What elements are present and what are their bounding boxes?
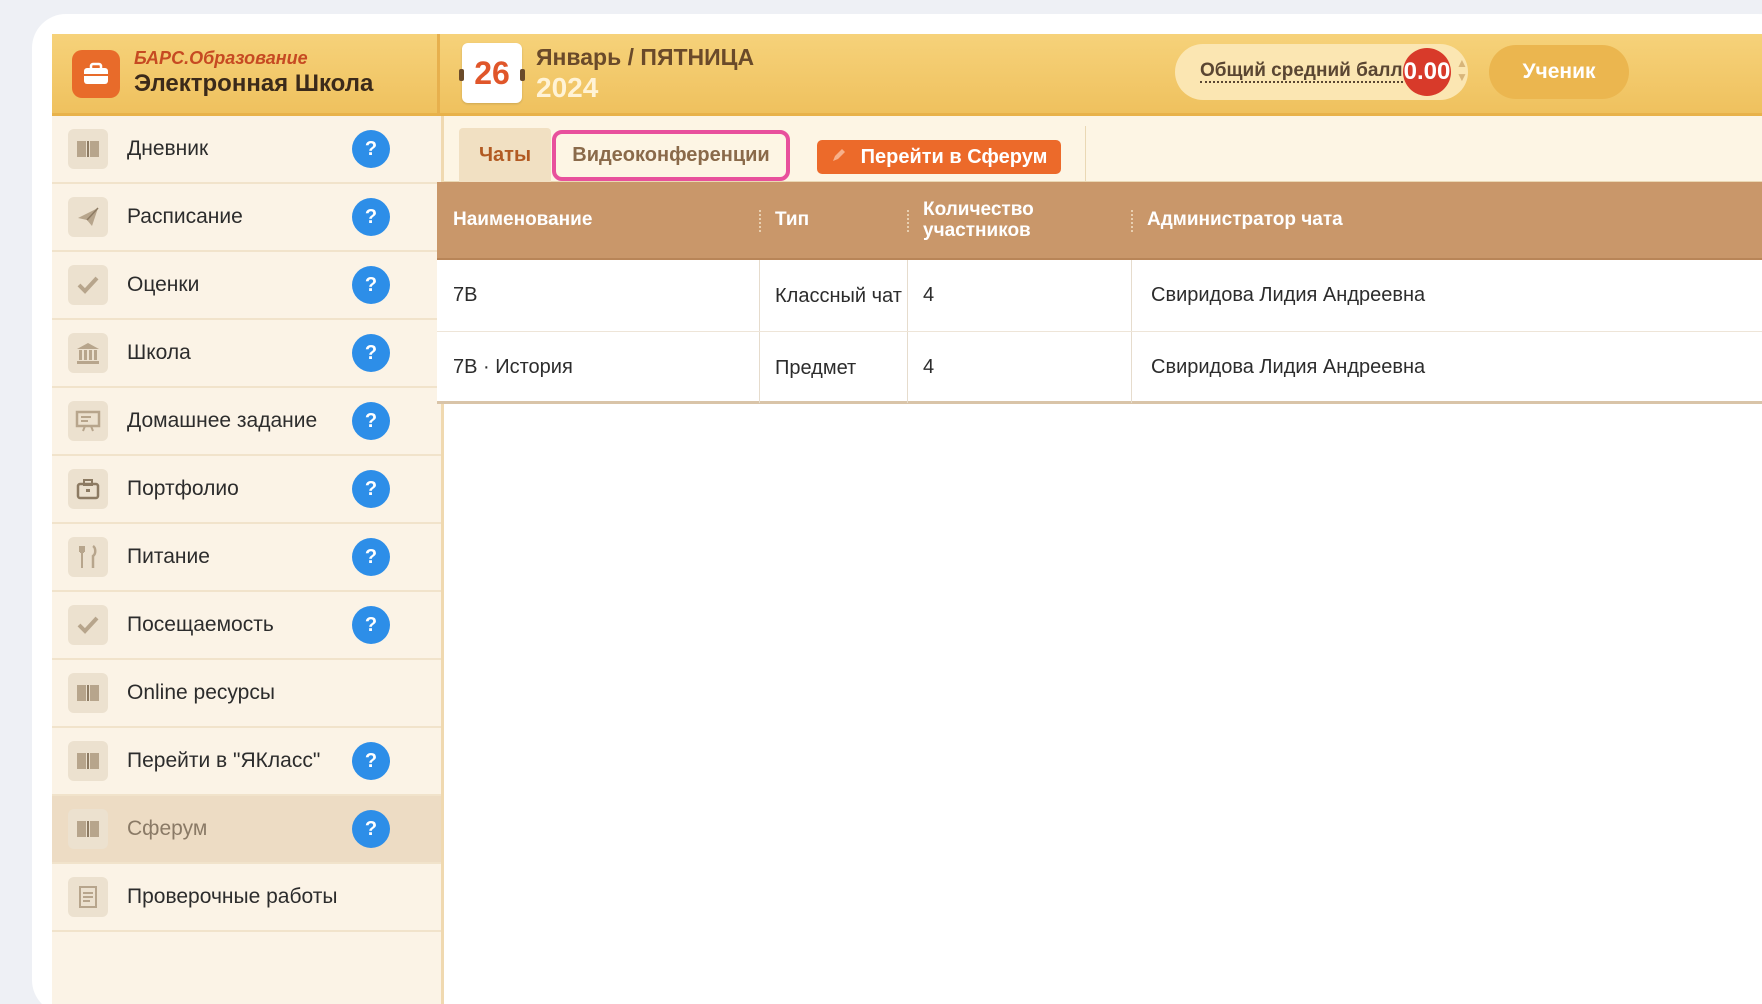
sidebar-item-sferum[interactable]: Сферум ? xyxy=(52,796,441,864)
column-resize-handle[interactable] xyxy=(1131,210,1133,232)
cell-admin: Свиридова Лидия Андреевна xyxy=(1151,356,1426,378)
table-header: Наименование Тип Количество участников А… xyxy=(437,182,1762,260)
plane-icon xyxy=(68,197,108,237)
tab-chats[interactable]: Чаты xyxy=(459,128,551,182)
help-icon[interactable]: ? xyxy=(352,266,390,304)
divider xyxy=(1085,126,1086,182)
go-to-sferum-label: Перейти в Сферум xyxy=(860,145,1048,168)
cell-name: 7В · История xyxy=(453,356,573,378)
date-day: 26 xyxy=(459,43,525,103)
sidebar-item-label: Дневник xyxy=(127,137,209,160)
sidebar-item-label: Домашнее задание xyxy=(127,409,318,432)
sidebar-item-label: Питание xyxy=(127,545,210,568)
briefcase-logo-icon xyxy=(72,50,120,98)
column-header-participants[interactable]: Количество участников xyxy=(923,182,1103,258)
table-row[interactable]: 7В · История Предмет 4 Свиридова Лидия А… xyxy=(437,332,1762,404)
cell-type: Классный чат xyxy=(775,284,902,307)
sidebar-item-label: Портфолио xyxy=(127,477,239,500)
column-resize-handle[interactable] xyxy=(759,210,761,232)
check-icon xyxy=(68,605,108,645)
help-icon[interactable]: ? xyxy=(352,470,390,508)
help-icon[interactable]: ? xyxy=(352,606,390,644)
go-to-sferum-button[interactable]: Перейти в Сферум xyxy=(817,140,1061,174)
date-year: 2024 xyxy=(536,72,599,103)
chats-table: Наименование Тип Количество участников А… xyxy=(437,182,1762,404)
help-icon[interactable]: ? xyxy=(352,538,390,576)
cell-type: Предмет xyxy=(775,356,857,379)
book-icon xyxy=(68,129,108,169)
role-button[interactable]: Ученик xyxy=(1489,45,1629,99)
divider xyxy=(759,332,760,403)
column-header-admin[interactable]: Администратор чата xyxy=(1147,182,1747,258)
sidebar-item-homework[interactable]: Домашнее задание ? xyxy=(52,388,441,456)
cell-admin: Свиридова Лидия Андреевна xyxy=(1151,284,1426,306)
cell-participants: 4 xyxy=(923,356,935,378)
help-icon[interactable]: ? xyxy=(352,402,390,440)
column-header-type[interactable]: Тип xyxy=(775,182,905,258)
sidebar-item-label: Перейти в "ЯКласс" xyxy=(127,749,321,772)
average-score-value: 0.00 xyxy=(1403,48,1451,96)
sidebar-item-portfolio[interactable]: Портфолио ? xyxy=(52,456,441,524)
sidebar-item-school[interactable]: Школа ? xyxy=(52,320,441,388)
brand[interactable]: БАРС.Образование Электронная Школа xyxy=(52,34,440,116)
help-icon[interactable]: ? xyxy=(352,130,390,168)
column-resize-handle[interactable] xyxy=(907,210,909,232)
help-icon[interactable]: ? xyxy=(352,742,390,780)
brand-title: Электронная Школа xyxy=(134,70,374,97)
sort-arrows-icon[interactable]: ▲ ▼ xyxy=(1455,56,1469,86)
sidebar-item-tests[interactable]: Проверочные работы xyxy=(52,864,441,932)
book-icon xyxy=(68,673,108,713)
table-row[interactable]: 7В Классный чат 4 Свиридова Лидия Андрее… xyxy=(437,260,1762,332)
cutlery-icon xyxy=(68,537,108,577)
briefcase-icon xyxy=(68,469,108,509)
divider xyxy=(907,332,908,403)
divider xyxy=(759,260,760,331)
sidebar-item-yaklass[interactable]: Перейти в "ЯКласс" ? xyxy=(52,728,441,796)
sidebar-item-schedule[interactable]: Расписание ? xyxy=(52,184,441,252)
book-icon xyxy=(68,741,108,781)
screenshot-frame: БАРС.Образование Электронная Школа 26 Ян… xyxy=(32,14,1762,1004)
cell-name: 7В xyxy=(453,284,478,306)
sidebar-item-diary[interactable]: Дневник ? xyxy=(52,116,441,184)
sidebar-item-food[interactable]: Питание ? xyxy=(52,524,441,592)
sidebar-item-label: Расписание xyxy=(127,205,243,228)
sidebar-item-online-resources[interactable]: Online ресурсы xyxy=(52,660,441,728)
sidebar-item-attendance[interactable]: Посещаемость ? xyxy=(52,592,441,660)
sidebar-item-label: Посещаемость xyxy=(127,613,274,636)
homework-icon xyxy=(68,401,108,441)
top-header: БАРС.Образование Электронная Школа 26 Ян… xyxy=(52,34,1762,116)
sidebar: Дневник ? Расписание ? Оценки ? Школа ? … xyxy=(52,116,444,1004)
column-header-name[interactable]: Наименование xyxy=(453,182,753,258)
sidebar-item-label: Сферум xyxy=(127,817,208,840)
average-score-label[interactable]: Общий средний балл xyxy=(1200,61,1403,83)
check-icon xyxy=(68,265,108,305)
tab-bar: Чаты Видеоконференции Перейти в Сферум xyxy=(444,116,1762,182)
cell-participants: 4 xyxy=(923,284,935,306)
divider xyxy=(1131,332,1132,403)
divider xyxy=(907,260,908,331)
help-icon[interactable]: ? xyxy=(352,334,390,372)
pencil-icon xyxy=(831,146,847,169)
help-icon[interactable]: ? xyxy=(352,810,390,848)
sidebar-item-label: Оценки xyxy=(127,273,200,296)
date-month-weekday: Январь / ПЯТНИЦА xyxy=(536,44,755,70)
sidebar-item-grades[interactable]: Оценки ? xyxy=(52,252,441,320)
document-icon xyxy=(68,877,108,917)
divider xyxy=(1131,260,1132,331)
app-window: БАРС.Образование Электронная Школа 26 Ян… xyxy=(52,34,1762,1004)
help-icon[interactable]: ? xyxy=(352,198,390,236)
average-score: Общий средний балл 0.00 ▲ ▼ xyxy=(1175,44,1468,100)
sidebar-item-label: Online ресурсы xyxy=(127,681,275,704)
tab-videoconferences[interactable]: Видеоконференции xyxy=(552,130,790,181)
brand-subtitle: БАРС.Образование xyxy=(134,48,308,68)
school-building-icon xyxy=(68,333,108,373)
book-icon xyxy=(68,809,108,849)
sidebar-item-label: Проверочные работы xyxy=(127,885,338,908)
sidebar-item-label: Школа xyxy=(127,341,191,364)
